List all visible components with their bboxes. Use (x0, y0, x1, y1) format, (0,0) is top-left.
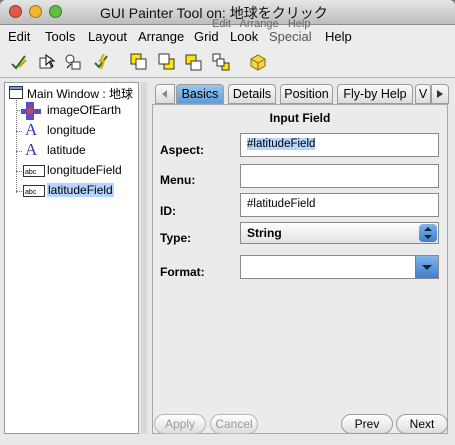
id-label: ID: (160, 204, 176, 218)
close-window-button[interactable] (9, 5, 22, 18)
tree-item-label: latitude (47, 143, 86, 157)
menu-tools[interactable]: Tools (45, 29, 75, 44)
tree-item-imageofearth[interactable]: imageOfEarth (5, 102, 138, 120)
tree-item-label: imageOfEarth (47, 103, 122, 117)
tab-scroll-right[interactable] (431, 84, 449, 104)
aspect-value: #latitudeField (247, 138, 316, 150)
tree-item-label-selected: latitudeField (47, 183, 114, 197)
zoom-window-button[interactable] (49, 5, 62, 18)
distribute-icon[interactable] (212, 53, 230, 71)
image-widget-icon (19, 102, 43, 120)
input-field-icon: abc (23, 165, 45, 177)
tab-v[interactable]: V (415, 84, 431, 104)
group-tool-icon[interactable] (64, 53, 82, 71)
id-field[interactable]: #latitudeField (240, 193, 439, 217)
align-front-icon[interactable] (130, 53, 148, 71)
menu-field[interactable] (240, 164, 439, 188)
tree-item-latitude[interactable]: A latitude (5, 140, 138, 160)
next-button[interactable]: Next (396, 414, 448, 434)
updown-arrows-icon (419, 224, 437, 242)
svg-text:abc: abc (25, 189, 37, 196)
format-combo[interactable] (240, 255, 439, 279)
tree-root-label: Main Window : 地球 (27, 87, 134, 101)
aspect-label: Aspect: (160, 143, 205, 157)
label-widget-icon: A (25, 140, 38, 159)
form-heading: Input Field (269, 111, 331, 125)
aspect-field[interactable]: #latitudeField (240, 133, 439, 157)
tab-details[interactable]: Details (228, 84, 276, 104)
tab-position[interactable]: Position (280, 84, 333, 104)
input-field-icon: abc (23, 185, 45, 197)
install-cube-icon[interactable] (249, 53, 267, 71)
type-select[interactable]: String (240, 222, 439, 244)
tab-flyby-help[interactable]: Fly-by Help (337, 84, 413, 104)
select-tool-icon[interactable] (38, 53, 56, 71)
tree-item-label: longitudeField (47, 163, 122, 177)
menu-edit[interactable]: Edit (8, 29, 30, 44)
properties-panel: Basics Details Position Fly-by Help V In… (150, 82, 450, 437)
format-label: Format: (160, 265, 205, 279)
cancel-button[interactable]: Cancel (210, 414, 258, 434)
lightning-check-icon[interactable] (92, 53, 110, 71)
align-left-icon[interactable] (185, 53, 203, 71)
widget-tree[interactable]: Main Window : 地球 imageOfEarth A longitud… (4, 82, 139, 434)
menu-grid[interactable]: Grid (194, 29, 219, 44)
chevron-down-icon[interactable] (415, 256, 438, 278)
label-widget-icon: A (25, 120, 38, 139)
tab-basics[interactable]: Basics (176, 84, 224, 104)
check-pencil-icon[interactable] (10, 53, 28, 71)
align-back-icon[interactable] (158, 53, 176, 71)
menu-bar: Edit Arrange Help Edit Tools Layout Arra… (0, 18, 455, 47)
tree-item-longitudefield[interactable]: abc longitudeField (5, 162, 138, 180)
menu-help[interactable]: Help (325, 29, 352, 44)
toolbar (0, 47, 455, 78)
svg-text:abc: abc (25, 169, 37, 176)
menu-look[interactable]: Look (230, 29, 258, 44)
minimize-window-button[interactable] (29, 5, 42, 18)
apply-button[interactable]: Apply (154, 414, 206, 434)
menu-layout[interactable]: Layout (88, 29, 127, 44)
painter-window: GUI Painter Tool on: 地球をクリック Edit Arrang… (0, 0, 455, 445)
menu-arrange[interactable]: Arrange (138, 29, 184, 44)
menu-label: Menu: (160, 173, 196, 187)
pane-splitter[interactable] (141, 82, 147, 434)
type-select-value: String (247, 226, 282, 240)
prev-button[interactable]: Prev (341, 414, 393, 434)
window-icon (9, 86, 23, 99)
tree-item-label: longitude (47, 123, 96, 137)
tree-item-longitude[interactable]: A longitude (5, 120, 138, 140)
tab-scroll-left[interactable] (155, 84, 175, 104)
menu-special[interactable]: Special (269, 29, 312, 44)
type-label: Type: (160, 231, 192, 245)
tree-root-main-window[interactable]: Main Window : 地球 (5, 84, 138, 102)
tree-item-latitudefield[interactable]: abc latitudeField (5, 182, 138, 200)
